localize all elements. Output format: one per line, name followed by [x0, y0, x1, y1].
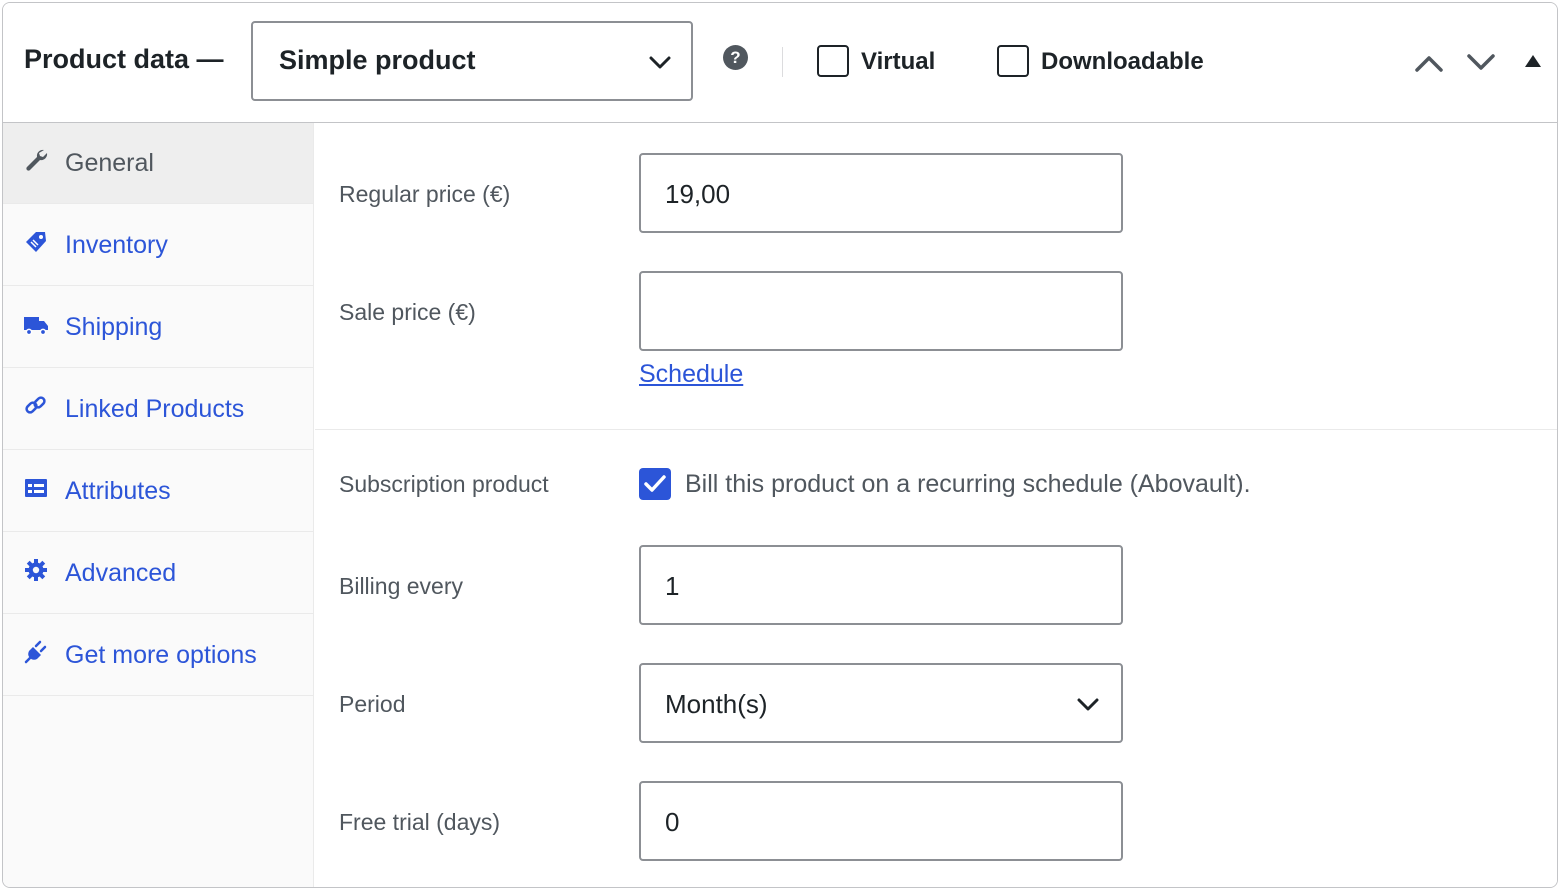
period-value: Month(s)	[665, 689, 768, 719]
collapse-toggle-icon[interactable]	[1524, 54, 1542, 68]
regular-price-value: 19,00	[665, 179, 731, 209]
header-divider	[782, 47, 783, 77]
product-type-value: Simple product	[279, 45, 476, 75]
downloadable-label: Downloadable	[1041, 48, 1204, 75]
subscription-checkbox[interactable]	[639, 468, 671, 500]
regular-price-label: Regular price (€)	[339, 181, 511, 207]
panel-title: Product data —	[24, 44, 224, 74]
regular-price-input[interactable]: 19,00	[639, 153, 1123, 233]
tab-label: Shipping	[65, 313, 163, 341]
product-data-tabs: General Inventory Shipping Linked Produc…	[3, 123, 314, 887]
wrench-icon	[26, 149, 48, 171]
tab-label: General	[65, 149, 154, 177]
tab-shipping[interactable]: Shipping	[3, 287, 313, 368]
free-trial-value: 0	[665, 807, 680, 837]
free-trial-label: Free trial (days)	[339, 809, 501, 835]
tab-get-more-options[interactable]: Get more options	[3, 615, 313, 696]
tab-label: Advanced	[65, 559, 177, 587]
product-type-select[interactable]: Simple product	[251, 21, 693, 101]
schedule-link[interactable]: Schedule	[639, 360, 743, 389]
checkmark-icon	[644, 475, 666, 492]
panel-header: Product data — Simple product ? Virtual …	[3, 3, 1557, 123]
tab-advanced[interactable]: Advanced	[3, 533, 313, 614]
tab-inventory[interactable]: Inventory	[3, 205, 313, 286]
move-up-icon[interactable]	[1414, 53, 1444, 73]
billing-every-label: Billing every	[339, 573, 463, 599]
tag-icon	[26, 232, 46, 252]
list-icon	[25, 479, 47, 497]
billing-every-value: 1	[665, 571, 680, 601]
chevron-down-icon	[649, 56, 671, 69]
free-trial-input[interactable]: 0	[639, 781, 1123, 861]
move-down-icon[interactable]	[1466, 53, 1496, 73]
question-circle-icon[interactable]: ?	[723, 45, 748, 70]
virtual-checkbox[interactable]	[817, 45, 849, 77]
product-data-panel: Product data — Simple product ? Virtual …	[2, 2, 1558, 888]
chevron-down-icon	[1077, 698, 1099, 711]
tab-general[interactable]: General	[3, 123, 313, 204]
truck-icon	[24, 317, 48, 336]
sale-price-label: Sale price (€)	[339, 299, 476, 325]
virtual-label: Virtual	[861, 48, 936, 75]
tab-attributes[interactable]: Attributes	[3, 451, 313, 532]
gear-icon	[25, 559, 47, 581]
link-icon	[25, 396, 46, 414]
tab-label: Get more options	[65, 641, 257, 669]
sale-price-input[interactable]	[639, 271, 1123, 351]
tab-label: Linked Products	[65, 395, 245, 423]
tab-label: Inventory	[65, 231, 168, 259]
tab-linked-products[interactable]: Linked Products	[3, 369, 313, 450]
downloadable-checkbox[interactable]	[997, 45, 1029, 77]
subscription-product-label: Subscription product	[339, 471, 549, 497]
section-divider	[315, 429, 1557, 430]
billing-every-input[interactable]: 1	[639, 545, 1123, 625]
period-select[interactable]: Month(s)	[639, 663, 1123, 743]
period-label: Period	[339, 691, 406, 717]
general-tab-panel: Regular price (€) 19,00 Sale price (€) S…	[315, 123, 1557, 887]
subscription-checkbox-text: Bill this product on a recurring schedul…	[685, 470, 1251, 498]
tab-label: Attributes	[65, 477, 171, 505]
plug-icon	[24, 640, 47, 664]
